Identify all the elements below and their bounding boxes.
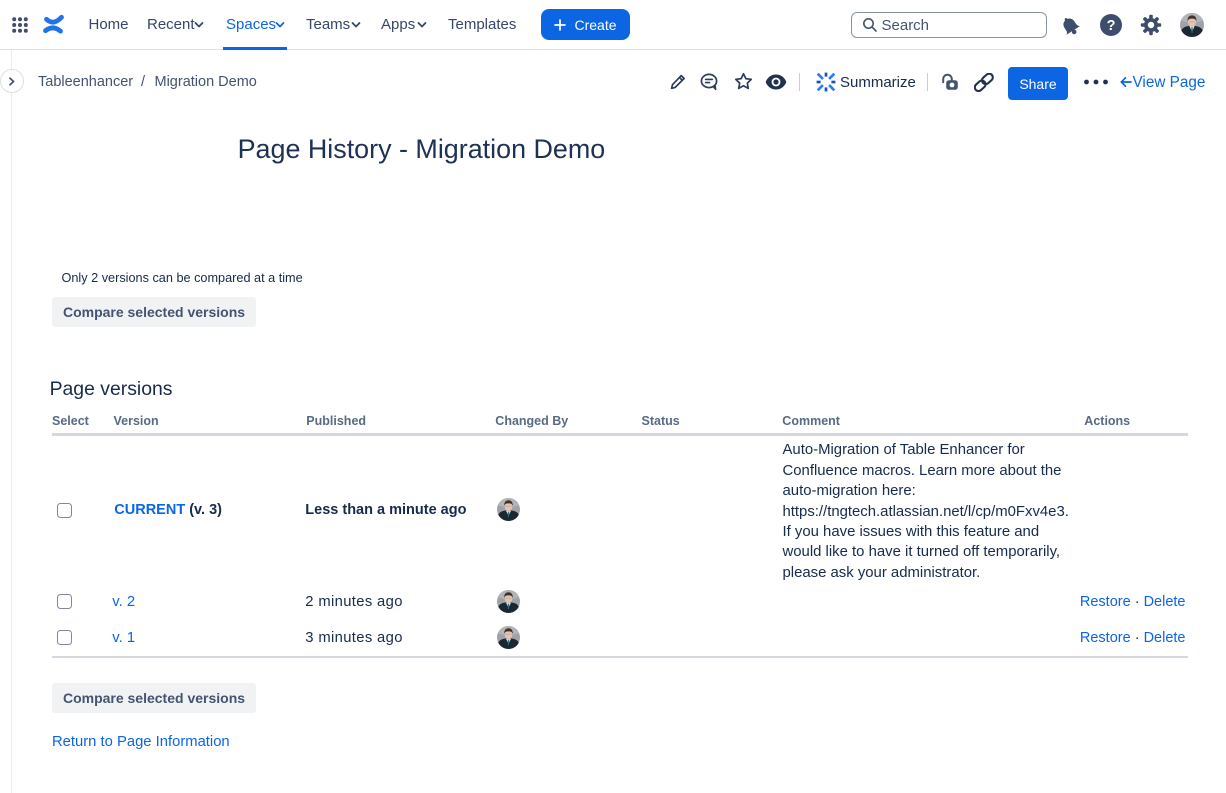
svg-text:?: ? [1107, 18, 1116, 34]
